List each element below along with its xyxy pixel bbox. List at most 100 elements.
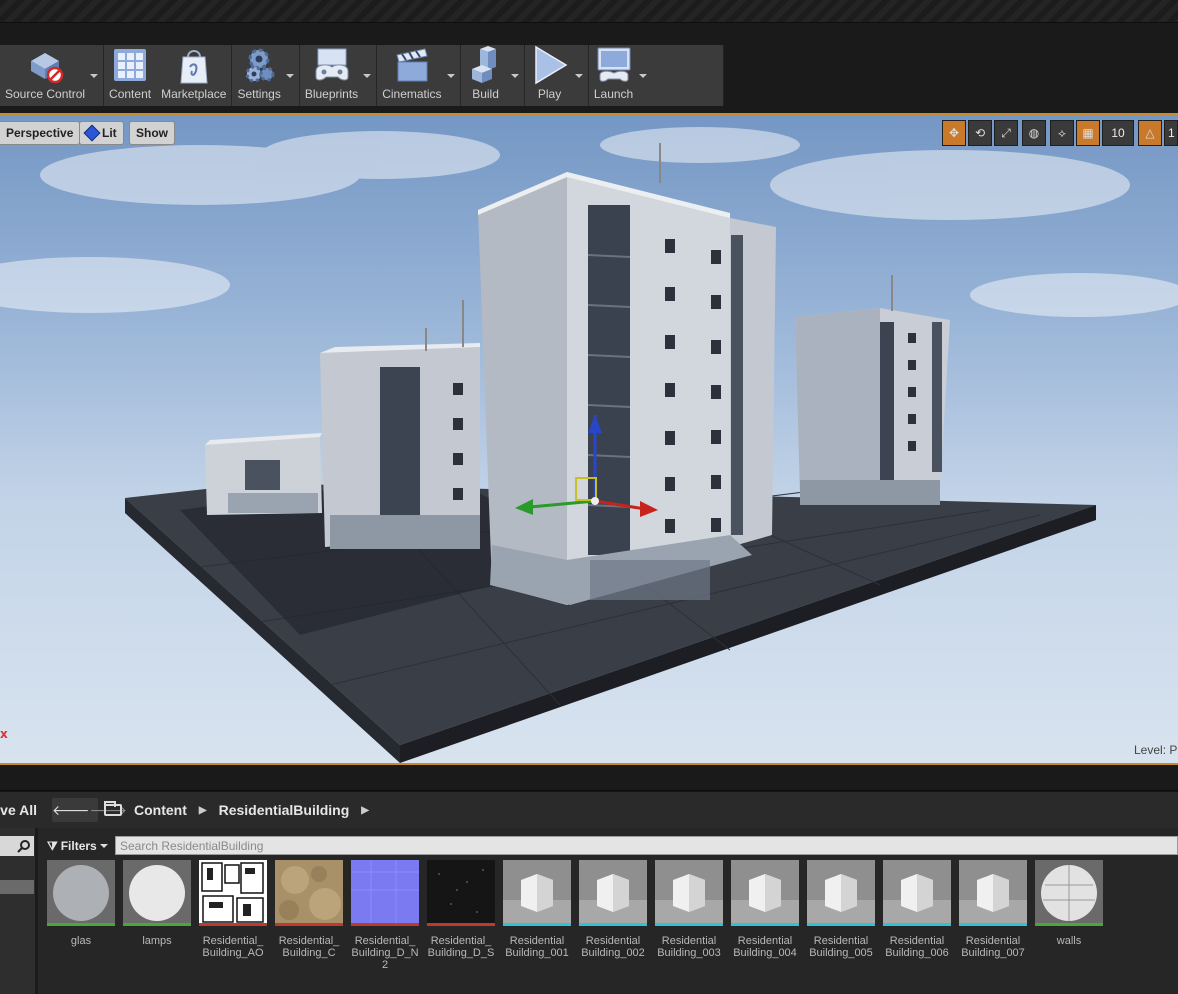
chevron-down-icon bbox=[638, 73, 647, 78]
search-icon bbox=[17, 840, 30, 853]
asset-tile[interactable]: Residential_ Building_D_N 2 bbox=[351, 860, 419, 971]
asset-thumbnail bbox=[123, 860, 191, 926]
blueprints-dropdown[interactable] bbox=[358, 45, 376, 106]
asset-tile[interactable]: Residential Building_005 bbox=[807, 860, 875, 971]
blueprints-button[interactable]: Blueprints bbox=[300, 45, 358, 106]
content-button[interactable]: Content bbox=[104, 45, 156, 106]
level-viewport[interactable]: Perspective Lit Show ✥ ⟲ ⤢ ◍ ⟡ ▦ 10 △ 1 … bbox=[0, 113, 1178, 765]
asset-type-bar bbox=[503, 923, 571, 926]
save-all-button[interactable]: ve All bbox=[0, 792, 40, 828]
settings-icon bbox=[245, 48, 275, 83]
launch-dropdown[interactable] bbox=[634, 45, 652, 106]
asset-tile[interactable]: Residential_ Building_D_S bbox=[427, 860, 495, 971]
folder-tree-selected-item[interactable] bbox=[0, 880, 34, 894]
asset-thumbnail bbox=[275, 860, 343, 926]
chevron-right-icon[interactable]: ▶ bbox=[199, 805, 207, 816]
asset-thumbnail bbox=[959, 860, 1027, 926]
main-toolbar: Source Control Content Marketplace Setti… bbox=[0, 45, 724, 106]
asset-type-bar bbox=[47, 923, 115, 926]
show-label: Show bbox=[136, 126, 168, 140]
asset-thumbnail bbox=[427, 860, 495, 926]
source-control-label: Source Control bbox=[5, 87, 86, 101]
asset-tile[interactable]: Residential_ Building_C bbox=[275, 860, 343, 971]
content-browser-body: ⧩ Filters Search ResidentialBuilding gla… bbox=[0, 828, 1178, 994]
asset-tile[interactable]: lamps bbox=[123, 860, 191, 971]
asset-tile[interactable]: glas bbox=[47, 860, 115, 971]
rotation-snap-value[interactable]: 1 bbox=[1164, 120, 1178, 146]
content-icon bbox=[114, 49, 147, 81]
asset-type-bar bbox=[883, 923, 951, 926]
lit-mode-button[interactable]: Lit bbox=[79, 121, 124, 145]
asset-thumbnail bbox=[503, 860, 571, 926]
asset-thumbnail bbox=[655, 860, 723, 926]
asset-name: glas bbox=[70, 935, 92, 947]
move-icon: ✥ bbox=[948, 126, 960, 140]
asset-tile[interactable]: walls bbox=[1035, 860, 1103, 971]
settings-dropdown[interactable] bbox=[281, 45, 299, 106]
chevron-down-icon bbox=[574, 73, 583, 78]
asset-search-input[interactable]: Search ResidentialBuilding bbox=[115, 836, 1178, 855]
build-label: Build bbox=[472, 87, 499, 101]
play-icon bbox=[534, 45, 568, 85]
source-control-dropdown[interactable] bbox=[85, 45, 103, 106]
asset-name: Residential Building_001 bbox=[505, 935, 569, 959]
editor-window: Source Control Content Marketplace Setti… bbox=[0, 0, 1178, 994]
asset-name: Residential_ Building_D_S bbox=[427, 935, 495, 959]
chevron-down-icon bbox=[510, 73, 519, 78]
source-control-button[interactable]: Source Control bbox=[0, 45, 85, 106]
breadcrumb: Content ▶ ResidentialBuilding ▶ bbox=[104, 792, 369, 828]
cinematics-label: Cinematics bbox=[382, 87, 442, 101]
lit-label: Lit bbox=[102, 126, 117, 140]
asset-tile[interactable]: Residential Building_002 bbox=[579, 860, 647, 971]
filters-button[interactable]: ⧩ Filters bbox=[47, 836, 108, 856]
asset-tile[interactable]: Residential Building_004 bbox=[731, 860, 799, 971]
show-button[interactable]: Show bbox=[129, 121, 175, 145]
asset-name: Residential Building_003 bbox=[657, 935, 721, 959]
world-local-button[interactable]: ◍ bbox=[1022, 120, 1046, 146]
folder-icon[interactable] bbox=[104, 801, 122, 816]
folder-search-input[interactable] bbox=[0, 836, 34, 856]
launch-button[interactable]: Launch bbox=[589, 45, 634, 106]
chevron-right-icon[interactable]: ▶ bbox=[361, 805, 369, 816]
grid-icon: ▦ bbox=[1082, 126, 1094, 140]
cinematics-dropdown[interactable] bbox=[442, 45, 460, 106]
build-dropdown[interactable] bbox=[506, 45, 524, 106]
build-button[interactable]: Build bbox=[461, 45, 506, 106]
back-arrow-icon[interactable]: 🡐 bbox=[52, 802, 90, 819]
play-button[interactable]: Play bbox=[525, 45, 570, 106]
asset-type-bar bbox=[1035, 923, 1103, 926]
surface-snap-button[interactable]: ⟡ bbox=[1050, 120, 1074, 146]
settings-button[interactable]: Settings bbox=[232, 45, 281, 106]
history-nav: 🡐 🡒 bbox=[52, 798, 127, 822]
grid-snap-button[interactable]: ▦ bbox=[1076, 120, 1100, 146]
rotate-icon: ⟲ bbox=[974, 126, 986, 140]
rotation-snap-button[interactable]: △ bbox=[1138, 120, 1162, 146]
asset-type-bar bbox=[655, 923, 723, 926]
chevron-down-icon bbox=[446, 73, 455, 78]
perspective-button[interactable]: Perspective bbox=[0, 121, 81, 145]
asset-tile[interactable]: Residential Building_006 bbox=[883, 860, 951, 971]
title-bar bbox=[0, 0, 1178, 22]
grid-snap-value[interactable]: 10 bbox=[1102, 120, 1134, 146]
marketplace-button[interactable]: Marketplace bbox=[156, 45, 231, 106]
breadcrumb-content[interactable]: Content bbox=[134, 802, 187, 818]
asset-name: Residential Building_002 bbox=[581, 935, 645, 959]
play-dropdown[interactable] bbox=[570, 45, 588, 106]
cinematics-button[interactable]: Cinematics bbox=[377, 45, 442, 106]
globe-icon: ◍ bbox=[1028, 126, 1040, 140]
breadcrumb-residentialbuilding[interactable]: ResidentialBuilding bbox=[219, 802, 350, 818]
translate-mode-button[interactable]: ✥ bbox=[942, 120, 966, 146]
asset-tile[interactable]: Residential_ Building_AO bbox=[199, 860, 267, 971]
scale-mode-button[interactable]: ⤢ bbox=[994, 120, 1018, 146]
asset-thumbnail bbox=[351, 860, 419, 926]
rotate-mode-button[interactable]: ⟲ bbox=[968, 120, 992, 146]
asset-tile[interactable]: Residential Building_003 bbox=[655, 860, 723, 971]
asset-tile[interactable]: Residential Building_001 bbox=[503, 860, 571, 971]
perspective-label: Perspective bbox=[6, 126, 74, 140]
asset-name: walls bbox=[1056, 935, 1082, 947]
axis-indicator: x bbox=[0, 727, 8, 741]
asset-type-bar bbox=[351, 923, 419, 926]
settings-label: Settings bbox=[237, 87, 281, 101]
content-browser-nav: ve All 🡐 🡒 Content ▶ ResidentialBuilding… bbox=[0, 792, 1178, 828]
asset-tile[interactable]: Residential Building_007 bbox=[959, 860, 1027, 971]
